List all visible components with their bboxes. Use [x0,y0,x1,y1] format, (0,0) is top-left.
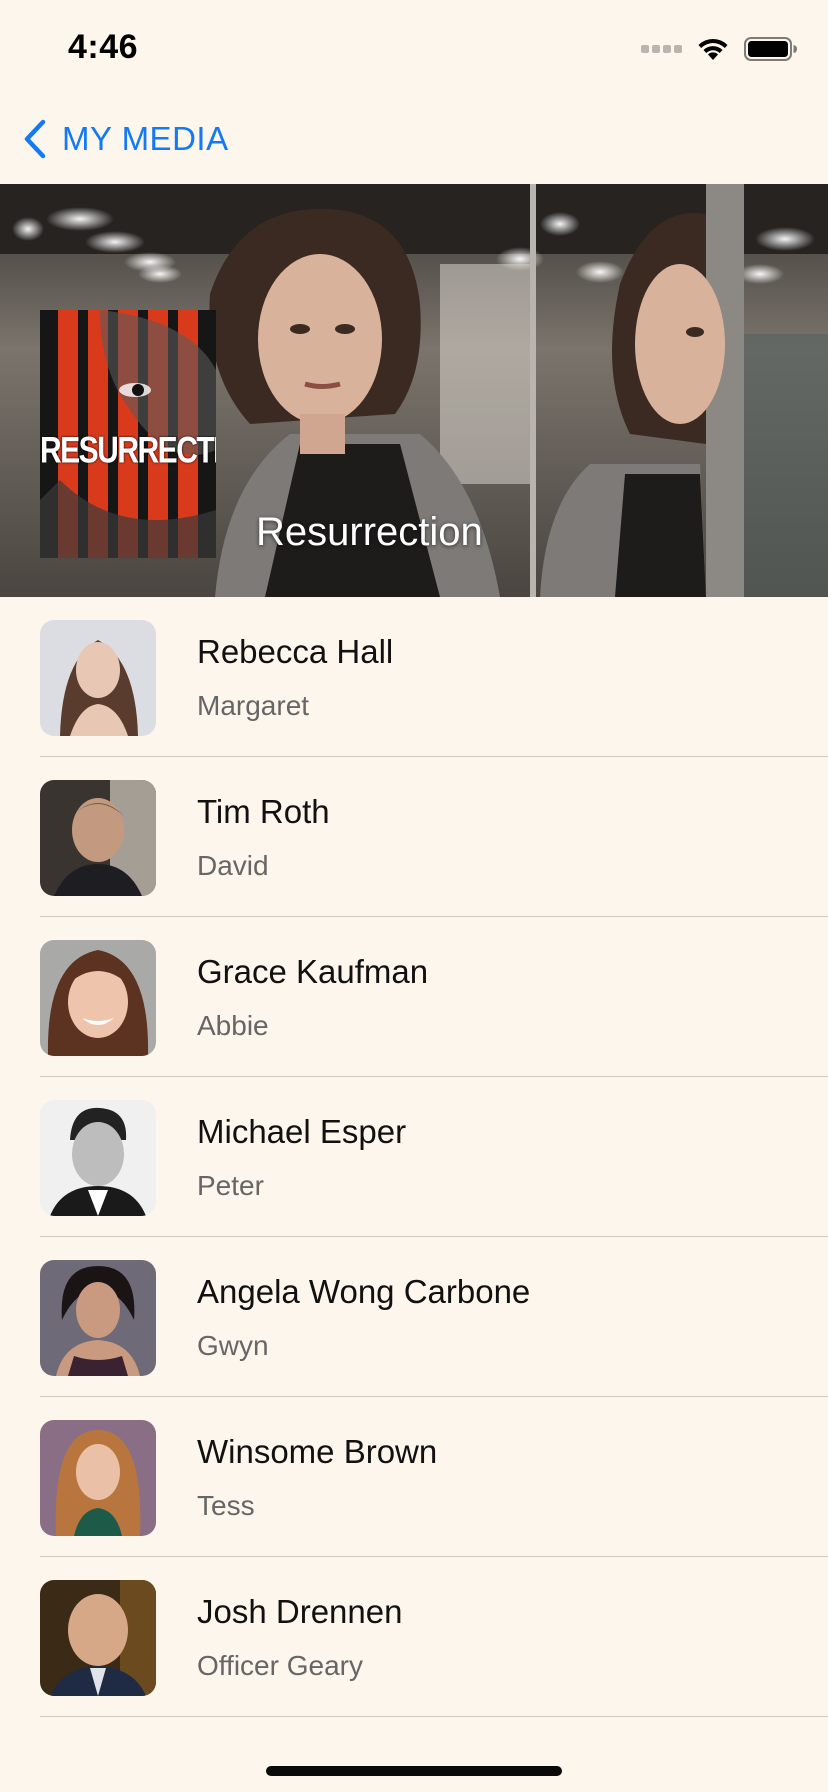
cast-name: Angela Wong Carbone [197,1273,531,1310]
status-icons [641,34,798,64]
hero-banner: RESURRECTION Resurrection [0,184,828,597]
cast-name: Josh Drennen [197,1593,403,1630]
cast-role: Tess [197,1490,255,1521]
avatar [40,940,156,1056]
battery-icon [744,37,797,61]
movie-title: Resurrection [256,510,483,554]
cast-name: Michael Esper [197,1113,407,1150]
avatar [40,1100,156,1216]
avatar [40,1420,156,1536]
cast-role: Officer Geary [197,1650,363,1681]
status-time: 4:46 [68,28,139,66]
cast-row[interactable]: Rebecca Hall Margaret [0,597,828,757]
status-bar: 4:46 [0,0,828,96]
divider [40,1716,828,1717]
cast-row[interactable]: Tim Roth David [0,757,828,917]
poster-title: RESURRECTION [40,429,216,471]
cast-row[interactable]: Michael Esper Peter [0,1077,828,1237]
avatar [40,1580,156,1696]
avatar [40,780,156,896]
cast-row[interactable]: Angela Wong Carbone Gwyn [0,1237,828,1397]
wifi-icon [698,38,728,60]
cast-name: Tim Roth [197,793,330,830]
nav-bar: MY MEDIA [0,96,828,184]
cast-row[interactable]: Grace Kaufman Abbie [0,917,828,1077]
cast-name: Rebecca Hall [197,633,394,670]
cast-role: Abbie [197,1010,269,1041]
cast-row[interactable]: Josh Drennen Officer Geary [0,1557,828,1717]
signal-icon [641,45,682,53]
movie-poster[interactable]: RESURRECTION [40,310,216,558]
cast-role: Peter [197,1170,264,1201]
cast-row[interactable]: Winsome Brown Tess [0,1397,828,1557]
cast-name: Grace Kaufman [197,953,429,990]
cast-role: Gwyn [197,1330,269,1361]
back-button[interactable]: MY MEDIA [22,116,229,162]
cast-name: Winsome Brown [197,1433,438,1470]
avatar [40,1260,156,1376]
cast-role: David [197,850,269,881]
cast-list: Rebecca Hall Margaret Tim Roth David Gra… [0,597,828,1717]
avatar [40,620,156,736]
back-label: MY MEDIA [62,120,229,157]
chevron-left-icon [24,119,46,159]
cast-role: Margaret [197,690,310,721]
home-indicator[interactable] [266,1766,562,1776]
